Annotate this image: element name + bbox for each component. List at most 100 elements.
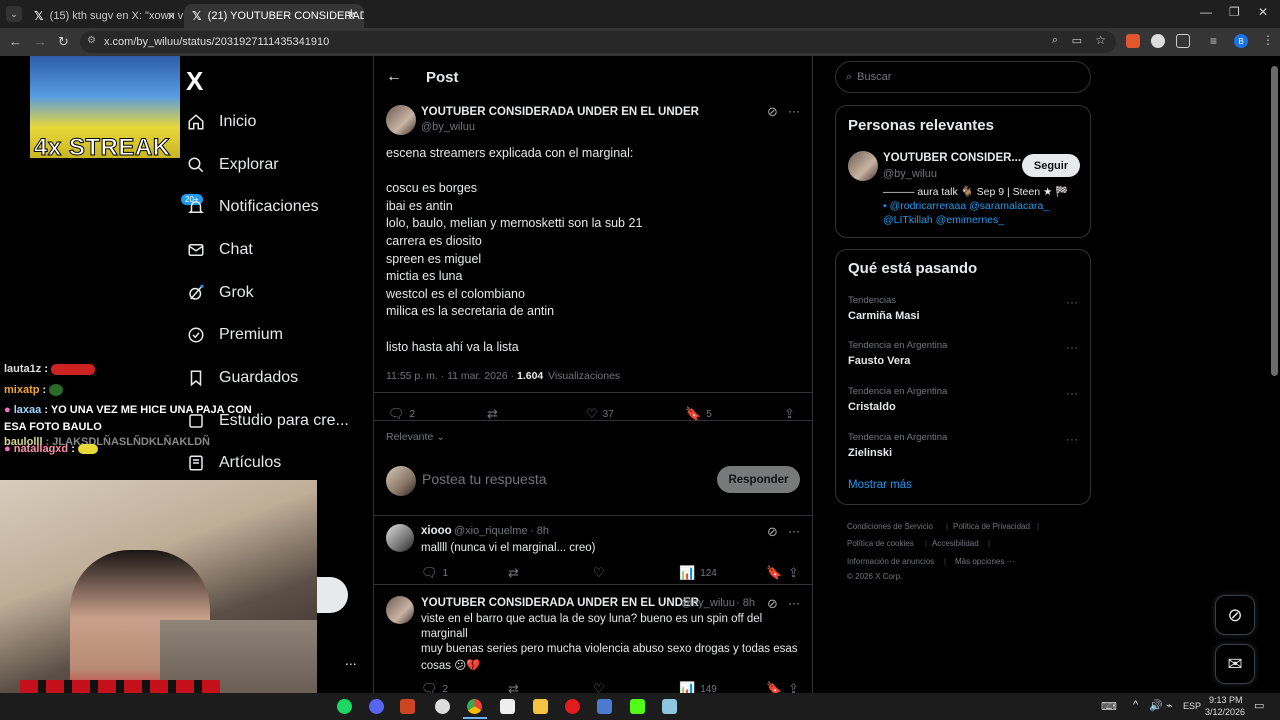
nav-item-notificaciones[interactable]: Notificaciones [186, 192, 319, 222]
bookmark-action[interactable]: 🔖 [766, 681, 787, 693]
extensions-puzzle-icon[interactable] [1176, 34, 1190, 48]
profile-avatar[interactable]: B [1234, 34, 1248, 48]
window-close-icon[interactable]: ✕ [1258, 5, 1268, 19]
site-info-icon[interactable]: ⚙ [87, 35, 96, 46]
nav-item-inicio[interactable]: Inicio [186, 107, 256, 137]
footer-accessibility-link[interactable]: Accesibilidad [932, 539, 979, 548]
like-action[interactable]: ♡ [593, 681, 610, 693]
avatar[interactable] [848, 151, 878, 181]
url-input[interactable]: ⚙ x.com/by_wiluu/status/2031927111435341… [80, 31, 1116, 53]
more-icon[interactable]: ··· [1066, 432, 1078, 446]
browser-tab-2[interactable]: 𝕏 (21) YOUTUBER CONSIDERADA ✕ [184, 4, 364, 28]
reply-author-name[interactable]: xiooo [421, 525, 452, 537]
volume-icon[interactable]: 🔊 [1149, 699, 1163, 712]
reading-list-icon[interactable]: ≡ [1210, 34, 1224, 48]
person-handle[interactable]: @by_wiluu [883, 168, 937, 180]
bookmark-star-icon[interactable]: ☆ [1095, 33, 1106, 47]
reply-action[interactable]: 🗨 2 [421, 681, 448, 693]
menu-icon[interactable]: ⋮ [1262, 33, 1274, 47]
x-logo[interactable]: X [186, 66, 203, 97]
forward-icon[interactable]: → [34, 34, 47, 49]
more-icon[interactable]: ··· [788, 524, 800, 538]
spotify-icon[interactable] [337, 699, 352, 714]
like-action[interactable]: ♡ [593, 565, 610, 581]
footer-more-link[interactable]: Más opciones ··· [955, 557, 1015, 566]
language-indicator[interactable]: ESP [1183, 701, 1201, 711]
avatar[interactable] [386, 105, 416, 135]
app-icon[interactable] [597, 699, 612, 714]
follow-button[interactable]: Seguir [1022, 154, 1080, 177]
network-icon[interactable]: ⌁ [1166, 699, 1173, 712]
nav-item-chat[interactable]: Chat [186, 235, 253, 265]
grok-icon[interactable]: ⊘ [767, 104, 778, 120]
back-icon[interactable]: ← [9, 34, 22, 49]
app-icon[interactable] [400, 699, 415, 714]
author-handle[interactable]: @by_wiluu [421, 121, 475, 133]
extension-icon[interactable] [1151, 34, 1165, 48]
grok-icon[interactable]: ⊘ [767, 524, 778, 540]
footer-cookies-link[interactable]: Política de cookies [847, 539, 914, 548]
views-action[interactable]: 📊 124 [679, 565, 717, 581]
reply-author-handle[interactable]: @xio_riquelme [454, 525, 528, 537]
bookmark-action[interactable]: 🔖 [766, 565, 787, 581]
sort-dropdown[interactable]: Relevante ⌄ [386, 431, 445, 443]
browser-tab-1[interactable]: 𝕏 (15) kth sugv en X: "xown viend ✕ [26, 4, 184, 28]
repost-action[interactable]: ⇄ [508, 565, 524, 581]
close-icon[interactable]: ✕ [167, 10, 176, 23]
more-options-icon[interactable]: ... [345, 652, 357, 668]
back-arrow-icon[interactable]: ← [386, 68, 402, 86]
nav-item-explorar[interactable]: Explorar [186, 150, 279, 180]
new-tab-button[interactable]: + [347, 5, 356, 22]
share-action[interactable]: ⇪ [788, 681, 804, 693]
show-more-link[interactable]: Mostrar más [848, 479, 912, 491]
minimize-icon[interactable]: — [1200, 5, 1212, 19]
grok-icon[interactable]: ⊘ [767, 596, 778, 612]
clock-time[interactable]: 9:13 PM [1209, 695, 1243, 705]
nav-item-guardados[interactable]: Guardados [186, 363, 298, 393]
reply-button[interactable]: Responder [717, 466, 800, 493]
reply-author-name[interactable]: YOUTUBER CONSIDERADA UNDER EN EL UNDER [421, 597, 699, 609]
person-bio-links[interactable]: • @rodricarreraaa @saramalacara_ [883, 200, 1049, 212]
chrome-icon[interactable] [467, 699, 482, 714]
more-icon[interactable]: ··· [788, 104, 800, 118]
opera-icon[interactable] [565, 699, 580, 714]
search-input[interactable]: ⌕ Buscar [835, 61, 1091, 93]
more-icon[interactable]: ··· [1066, 340, 1078, 354]
trend-item[interactable]: Tendencia en Argentina Zielinski ··· [836, 427, 1090, 469]
repost-action[interactable]: ⇄ [508, 681, 524, 693]
grok-floating-button[interactable]: ⊘ [1215, 595, 1255, 635]
more-icon[interactable]: ··· [788, 596, 800, 610]
more-icon[interactable]: ··· [1066, 386, 1078, 400]
trend-item[interactable]: Tendencia en Argentina Fausto Vera ··· [836, 335, 1090, 377]
messages-floating-button[interactable]: ✉ [1215, 644, 1255, 684]
avatar[interactable] [386, 596, 414, 624]
clock-date[interactable]: 3/12/2026 [1205, 707, 1245, 717]
nav-item-grok[interactable]: Grok [186, 278, 254, 308]
footer-ads-link[interactable]: Información de anuncios [847, 557, 934, 566]
tab-search-button[interactable]: ⌄ [6, 6, 22, 22]
nav-item-articulos[interactable]: Artículos [186, 448, 281, 478]
reload-icon[interactable]: ↻ [58, 34, 69, 50]
trend-item[interactable]: Tendencia en Argentina Cristaldo ··· [836, 381, 1090, 423]
discord-icon[interactable] [369, 699, 384, 714]
author-name[interactable]: YOUTUBER CONSIDERADA UNDER EN EL UNDER [421, 106, 699, 118]
app-icon[interactable] [500, 699, 515, 714]
reply-input[interactable]: Postea tu respuesta [422, 471, 547, 487]
page-scrollbar[interactable] [1271, 66, 1278, 376]
reply-author-handle[interactable]: @by_wiluu [681, 597, 735, 609]
person-name[interactable]: YOUTUBER CONSIDER... [883, 152, 1021, 164]
file-explorer-icon[interactable] [533, 699, 548, 714]
share-action[interactable]: ⇪ [788, 565, 804, 581]
trend-item[interactable]: Tendencias Carmiña Masi ··· [836, 290, 1090, 332]
views-action[interactable]: 📊 149 [679, 681, 717, 693]
kick-icon[interactable] [630, 699, 645, 714]
maximize-icon[interactable]: ❐ [1229, 5, 1240, 19]
more-icon[interactable]: ··· [1066, 295, 1078, 309]
avatar[interactable] [386, 524, 414, 552]
app-icon[interactable] [662, 699, 677, 714]
post-button-partial[interactable] [317, 577, 348, 613]
zoom-icon[interactable]: ⌕ [1052, 34, 1058, 47]
keyboard-icon[interactable]: ⌨ [1101, 700, 1117, 713]
person-bio-links[interactable]: @LITkillah @emimernes_ [883, 214, 1004, 226]
footer-terms-link[interactable]: Condiciones de Servicio [847, 522, 933, 531]
